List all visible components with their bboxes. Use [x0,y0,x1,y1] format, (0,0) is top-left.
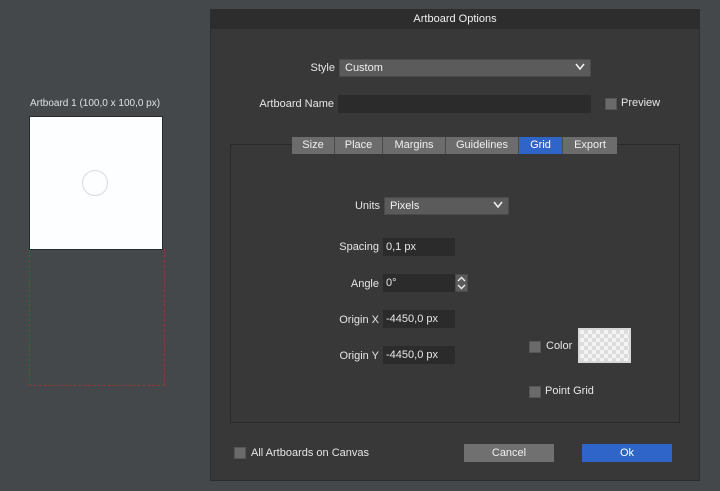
preview-checkbox[interactable] [605,98,617,110]
chevron-down-icon [575,63,585,71]
tab-grid[interactable]: Grid [519,137,563,154]
artboard-bounds-outline [29,250,165,386]
units-label: Units [354,200,380,212]
tab-export[interactable]: Export [563,137,617,154]
angle-input[interactable]: 0° [383,274,455,292]
preview-label: Preview [621,97,661,109]
tab-size[interactable]: Size [292,137,335,154]
tab-guidelines[interactable]: Guidelines [446,137,519,154]
tab-place[interactable]: Place [335,137,383,154]
all-artboards-label: All Artboards on Canvas [251,447,370,459]
style-label: Style [310,62,335,74]
origin-y-label: Origin Y [339,350,379,362]
grid-color-swatch[interactable] [578,328,631,363]
artboard-name-input[interactable] [338,95,591,113]
chevron-down-icon [493,201,503,209]
angle-stepper[interactable] [455,274,468,292]
angle-label: Angle [350,278,379,290]
point-grid-checkbox[interactable] [529,386,541,398]
circle-shape [82,170,108,196]
point-grid-label: Point Grid [545,385,594,397]
dialog-title: Artboard Options [210,9,700,29]
color-checkbox[interactable] [529,341,541,353]
origin-x-label: Origin X [339,314,379,326]
ok-button[interactable]: Ok [582,444,672,462]
tab-bar: Size Place Margins Guidelines Grid Expor… [292,137,617,154]
cancel-button[interactable]: Cancel [464,444,554,462]
spacing-input[interactable]: 0,1 px [383,238,455,256]
artboard-name-label: Artboard Name [259,98,334,110]
origin-x-input[interactable]: -4450,0 px [383,310,455,328]
origin-y-input[interactable]: -4450,0 px [383,346,455,364]
spacing-label: Spacing [339,241,379,253]
units-value: Pixels [390,200,420,212]
tab-margins[interactable]: Margins [383,137,446,154]
style-value: Custom [345,62,383,74]
units-dropdown[interactable]: Pixels [384,197,509,215]
style-dropdown[interactable]: Custom [339,59,591,77]
stepper-arrows-icon [457,276,466,290]
all-artboards-checkbox[interactable] [234,447,246,459]
artboard-label: Artboard 1 (100,0 x 100,0 px) [30,98,161,109]
color-label: Color [546,340,573,352]
